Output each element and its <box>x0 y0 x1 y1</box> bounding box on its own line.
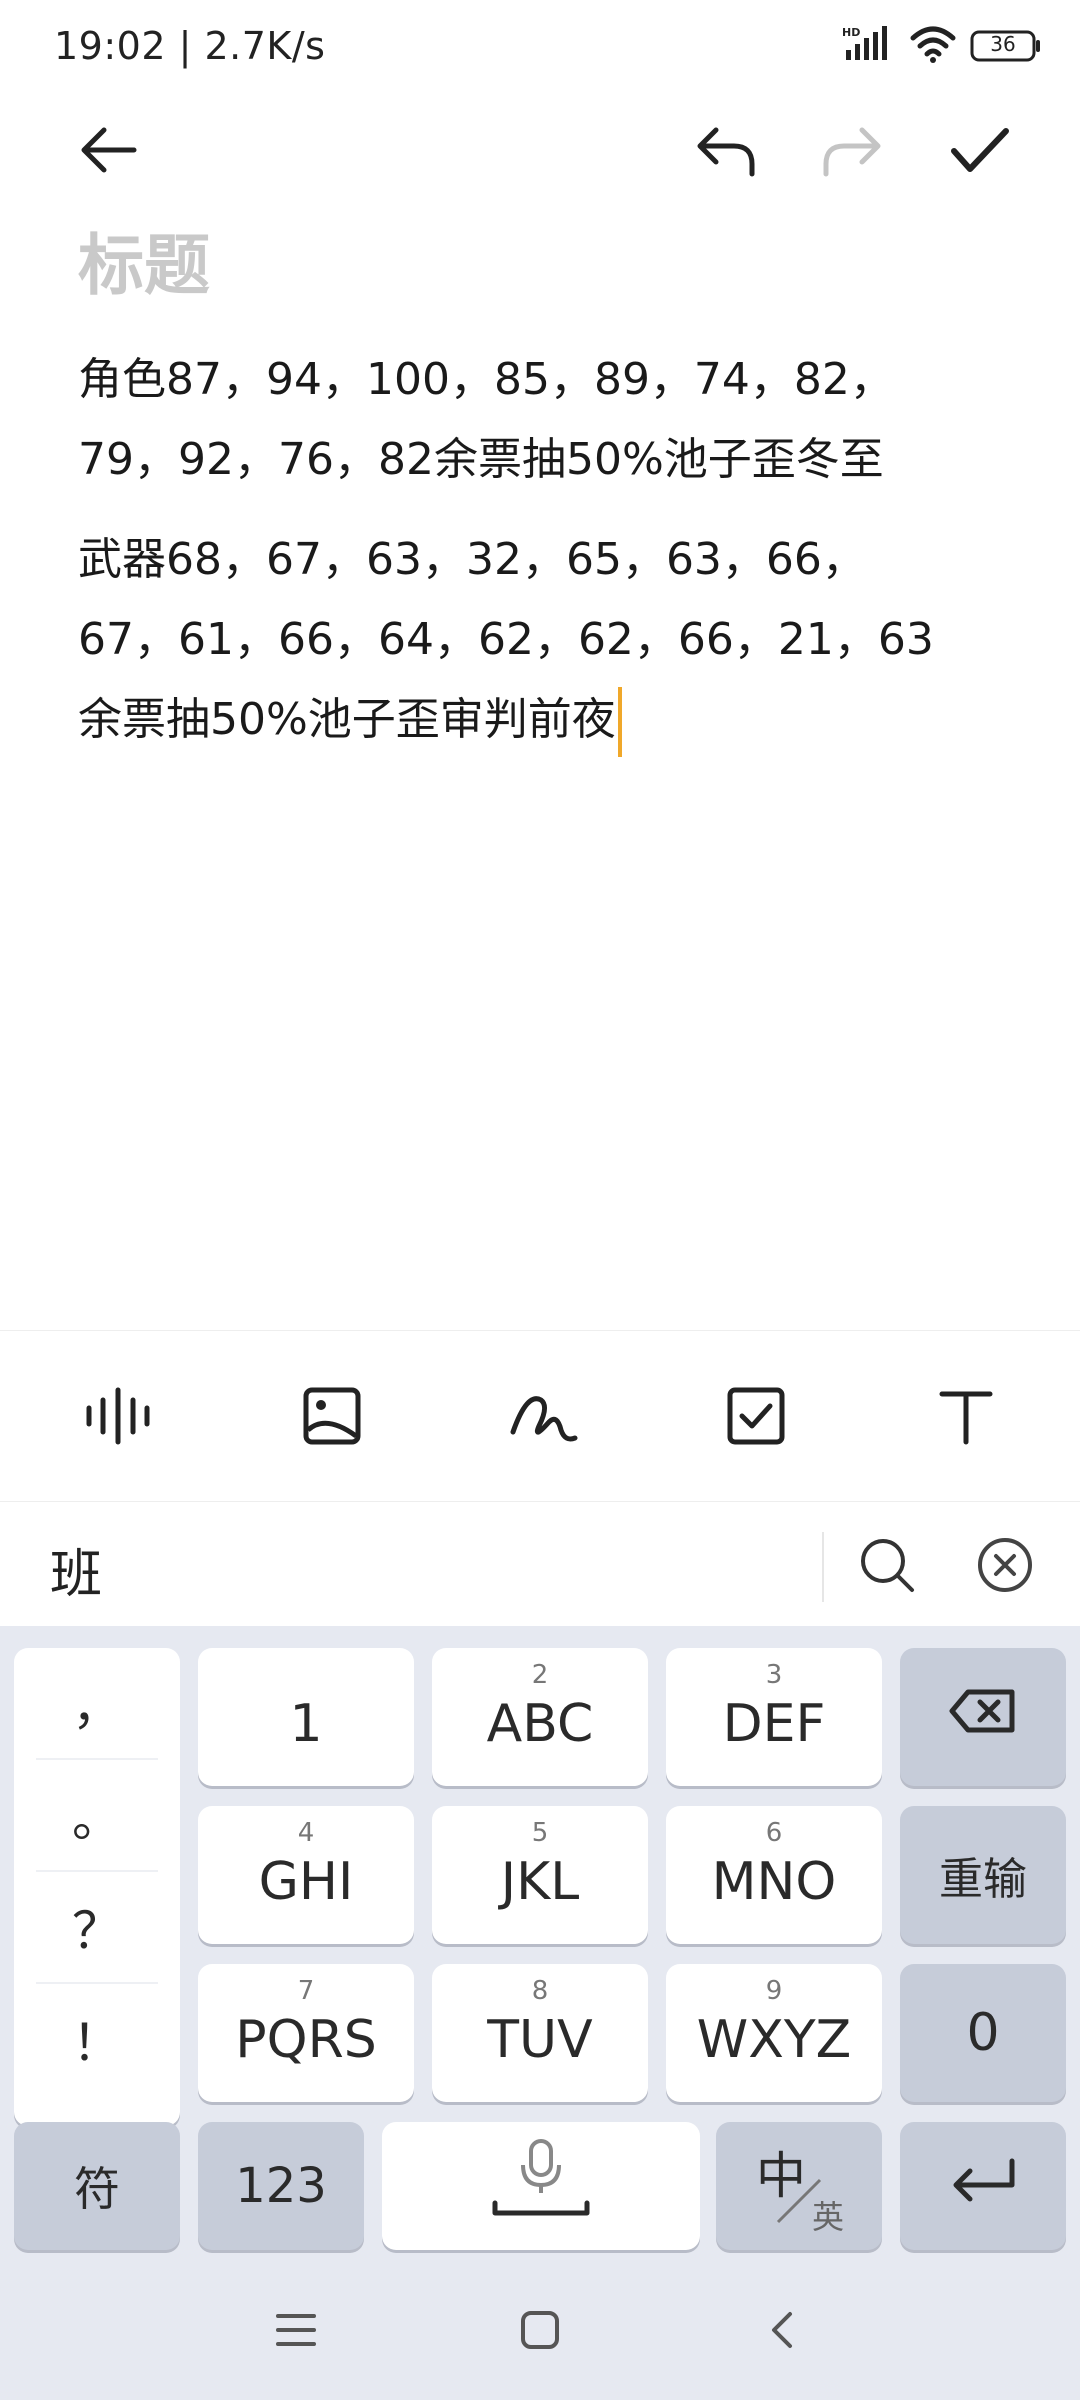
punctuation-column[interactable]: ， 。 ？ ！ <box>14 1648 180 2126</box>
key-2-abc[interactable]: 2 ABC <box>432 1648 648 1786</box>
battery-level: 36 <box>990 32 1016 56</box>
space-voice-key[interactable] <box>382 2122 700 2250</box>
key-3-def[interactable]: 3 DEF <box>666 1648 882 1786</box>
key-3-label: DEF <box>722 1694 826 1754</box>
candidate-word[interactable]: 班 <box>50 1532 102 1607</box>
microphone-space-icon <box>481 2135 601 2238</box>
key-4-digit: 4 <box>297 1818 315 1848</box>
key-9-label: WXYZ <box>696 2010 852 2070</box>
key-6-label: MNO <box>711 1852 837 1912</box>
key-3-digit: 3 <box>765 1660 783 1690</box>
slash-divider <box>776 2178 822 2224</box>
note-body[interactable]: 角色87，94，100，85，89，74，82，79，92，76，82余票抽50… <box>78 340 958 780</box>
undo-icon[interactable] <box>676 100 776 200</box>
lang-sub-label: 英 <box>812 2198 845 2236</box>
ime-candidate-bar: 班 <box>0 1502 1080 1626</box>
menu-icon[interactable] <box>256 2290 336 2370</box>
key-4-ghi[interactable]: 4 GHI <box>198 1806 414 1944</box>
image-icon[interactable] <box>282 1366 382 1466</box>
punc-exclaim-key[interactable]: ！ <box>36 1984 158 2094</box>
key-8-label: TUV <box>487 2010 593 2070</box>
enter-key[interactable] <box>900 2122 1066 2250</box>
status-bar: 19:02 | 2.7K/s HD 36 <box>0 0 1080 96</box>
key-9-digit: 9 <box>765 1976 783 2006</box>
key-5-label: JKL <box>500 1852 580 1912</box>
text-format-icon[interactable] <box>916 1366 1016 1466</box>
key-7-digit: 7 <box>297 1976 315 2006</box>
punc-period-key[interactable]: 。 <box>36 1760 158 1872</box>
paragraph-weapons-text[interactable]: 武器68，67，63，32，65，63，66，67，61，66，64，62，62… <box>78 534 934 745</box>
enter-icon <box>948 2155 1018 2218</box>
back-arrow-icon[interactable] <box>58 100 158 200</box>
key-2-digit: 2 <box>531 1660 549 1690</box>
zero-key[interactable]: 0 <box>900 1964 1066 2102</box>
backspace-key[interactable] <box>900 1648 1066 1786</box>
top-action-bar <box>0 100 1080 220</box>
key-5-jkl[interactable]: 5 JKL <box>432 1806 648 1944</box>
battery-icon: 36 <box>970 29 1042 63</box>
candidate-divider <box>822 1532 824 1602</box>
checkbox-icon[interactable] <box>706 1366 806 1466</box>
language-switch-key[interactable]: 中 英 <box>716 2122 882 2250</box>
hd-signal-icon: HD <box>840 24 896 68</box>
key-6-mno[interactable]: 6 MNO <box>666 1806 882 1944</box>
text-cursor <box>617 687 622 757</box>
key-1-label: 1 <box>289 1694 323 1754</box>
svg-text:HD: HD <box>842 26 860 39</box>
punc-comma-key[interactable]: ， <box>36 1648 158 1760</box>
status-time: 19:02 | 2.7K/s <box>54 24 326 68</box>
home-icon[interactable] <box>500 2290 580 2370</box>
close-circle-icon[interactable] <box>970 1530 1040 1600</box>
key-1[interactable]: 1 <box>198 1648 414 1786</box>
key-5-digit: 5 <box>531 1818 549 1848</box>
key-8-tuv[interactable]: 8 TUV <box>432 1964 648 2102</box>
key-8-digit: 8 <box>531 1976 549 2006</box>
title-placeholder[interactable]: 标题 <box>78 212 210 308</box>
format-toolbar <box>0 1330 1080 1502</box>
system-nav-bar <box>0 2260 1080 2400</box>
key-2-label: ABC <box>486 1694 594 1754</box>
search-icon[interactable] <box>852 1530 922 1600</box>
symbols-key[interactable]: 符 <box>14 2122 180 2250</box>
key-7-label: PQRS <box>235 2010 377 2070</box>
handwriting-icon[interactable] <box>494 1366 594 1466</box>
voice-wave-icon[interactable] <box>68 1366 168 1466</box>
backspace-icon <box>948 1687 1018 1747</box>
key-7-pqrs[interactable]: 7 PQRS <box>198 1964 414 2102</box>
key-9-wxyz[interactable]: 9 WXYZ <box>666 1964 882 2102</box>
check-icon[interactable] <box>930 100 1030 200</box>
reenter-key[interactable]: 重输 <box>900 1806 1066 1944</box>
punc-question-key[interactable]: ？ <box>36 1872 158 1984</box>
paragraph-characters[interactable]: 角色87，94，100，85，89，74，82，79，92，76，82余票抽50… <box>78 340 958 500</box>
paragraph-weapons[interactable]: 武器68，67，63，32，65，63，66，67，61，66，64，62，62… <box>78 520 958 760</box>
key-4-label: GHI <box>258 1852 354 1912</box>
back-icon[interactable] <box>744 2290 824 2370</box>
key-6-digit: 6 <box>765 1818 783 1848</box>
redo-icon[interactable] <box>802 100 902 200</box>
wifi-icon <box>910 24 956 68</box>
numbers-key[interactable]: 123 <box>198 2122 364 2250</box>
status-icons: HD 36 <box>840 24 1042 68</box>
